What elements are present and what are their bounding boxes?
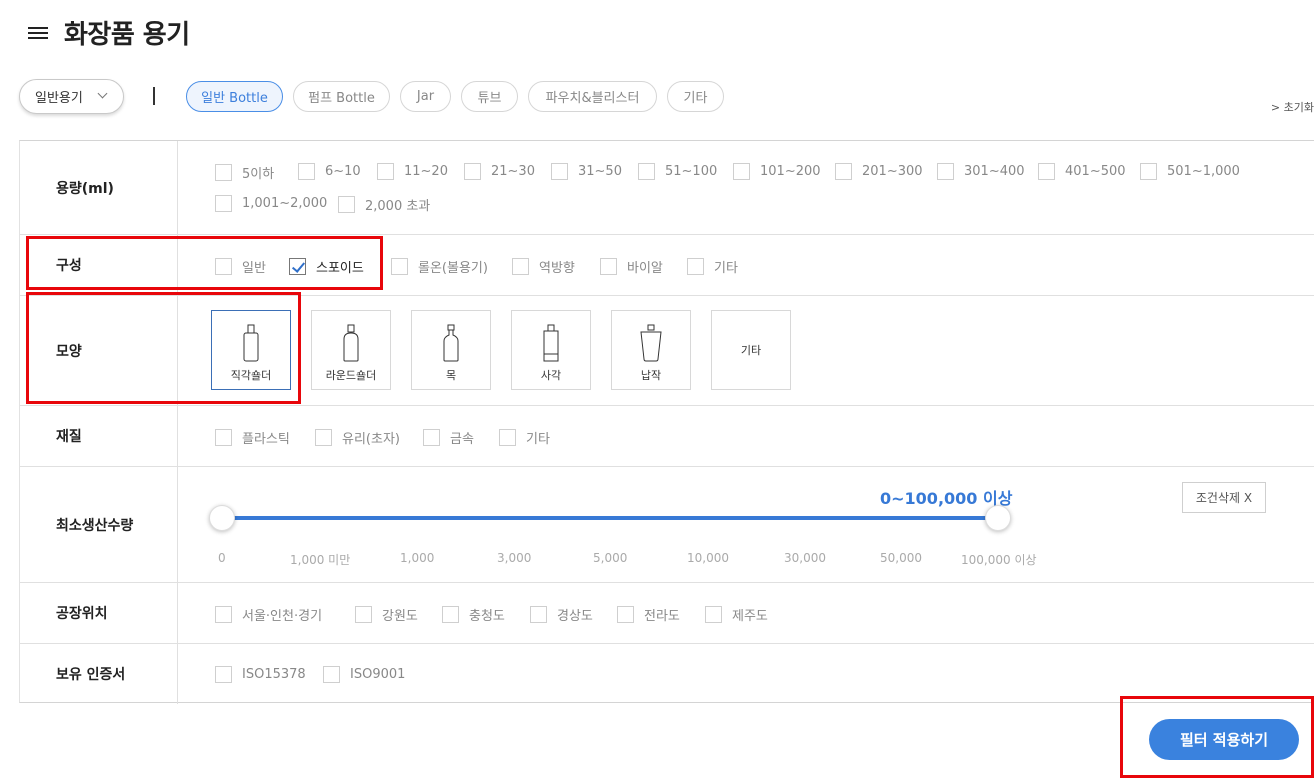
shape-card-flat[interactable]: 납작: [611, 310, 691, 390]
checkbox-capacity-8[interactable]: 301~400: [937, 163, 1025, 180]
checkbox-capacity-2[interactable]: 11~20: [377, 163, 448, 180]
checkbox-composition-rollon[interactable]: 롤온(볼용기): [391, 257, 488, 276]
checkbox-material-etc[interactable]: 기타: [499, 428, 550, 447]
checkbox-capacity-11[interactable]: 1,001~2,000: [215, 195, 327, 212]
moq-slider-min-handle[interactable]: [209, 505, 235, 531]
checkbox-capacity-9[interactable]: 401~500: [1038, 163, 1126, 180]
chip-jar[interactable]: Jar: [400, 81, 451, 112]
moq-tick: 100,000 이상: [961, 553, 1037, 567]
row-factory-location: 공장위치 서울·인천·경기 강원도 충청도 경상도 전라도 제주도: [20, 582, 1314, 643]
container-type-select[interactable]: 일반용기: [19, 79, 124, 114]
chip-tube[interactable]: 튜브: [461, 81, 518, 112]
chip-pump-bottle[interactable]: 펌프 Bottle: [293, 81, 390, 112]
checkmark-icon: [289, 258, 306, 275]
row-moq: 최소생산수량 0~100,000 이상 0 1,000 미만 1,000 3,0…: [20, 466, 1314, 582]
row-label-moq: 최소생산수량: [20, 467, 178, 582]
bottle-icon: [443, 324, 459, 362]
checkbox-composition-vial[interactable]: 바이알: [600, 257, 663, 276]
menu-icon[interactable]: [28, 25, 48, 41]
shape-card-square-shoulder[interactable]: 직각숄더: [211, 310, 291, 390]
checkbox-capacity-7[interactable]: 201~300: [835, 163, 923, 180]
moq-tick: 30,000: [784, 551, 826, 565]
moq-slider-track[interactable]: [222, 516, 998, 520]
moq-tick: 5,000: [593, 551, 628, 565]
row-capacity: 용량(ml) 5이하 6~10 11~20 21~30 31~50 51~100…: [20, 141, 1314, 234]
checkbox-factory-jeju[interactable]: 제주도: [705, 605, 768, 624]
checkbox-composition-general[interactable]: 일반: [215, 257, 266, 276]
checkbox-composition-reverse[interactable]: 역방향: [512, 257, 575, 276]
apply-filter-button[interactable]: 필터 적용하기: [1149, 719, 1299, 760]
reset-link[interactable]: > 초기화: [1271, 99, 1314, 115]
checkbox-factory-seoul[interactable]: 서울·인천·경기: [215, 605, 322, 624]
moq-tick: 1,000 미만: [290, 553, 351, 567]
chip-etc[interactable]: 기타: [667, 81, 724, 112]
checkbox-factory-gyeongsang[interactable]: 경상도: [530, 605, 593, 624]
checkbox-composition-dropper[interactable]: 스포이드: [289, 257, 364, 276]
checkbox-capacity-12[interactable]: 2,000 초과: [338, 195, 430, 214]
checkbox-capacity-10[interactable]: 501~1,000: [1140, 163, 1240, 180]
checkbox-factory-gangwon[interactable]: 강원도: [355, 605, 418, 624]
category-filter-bar: 일반용기 일반 Bottle 펌프 Bottle Jar 튜브 파우치&블리스터…: [19, 79, 1314, 115]
row-label-composition: 구성: [20, 235, 178, 295]
checkbox-capacity-0[interactable]: 5이하: [215, 163, 274, 182]
row-material: 재질 플라스틱 유리(초자) 금속 기타: [20, 405, 1314, 466]
checkbox-cert-iso9001[interactable]: ISO9001: [323, 666, 405, 683]
page-header: 화장품 용기: [28, 14, 190, 51]
row-label-cert: 보유 인증서: [20, 644, 178, 704]
page-title: 화장품 용기: [64, 20, 190, 50]
shape-card-round-shoulder[interactable]: 라운드숄더: [311, 310, 391, 390]
shape-card-square[interactable]: 사각: [511, 310, 591, 390]
clear-condition-button[interactable]: 조건삭제 X: [1182, 482, 1266, 513]
checkbox-capacity-3[interactable]: 21~30: [464, 163, 535, 180]
moq-tick: 50,000: [880, 551, 922, 565]
shape-card-etc[interactable]: 기타: [711, 310, 791, 390]
row-certificates: 보유 인증서 ISO15378 ISO9001: [20, 643, 1314, 704]
bottle-icon: [640, 324, 662, 362]
checkbox-factory-jeolla[interactable]: 전라도: [617, 605, 680, 624]
checkbox-cert-iso15378[interactable]: ISO15378: [215, 666, 306, 683]
bottle-icon: [543, 324, 559, 362]
checkbox-material-plastic[interactable]: 플라스틱: [215, 428, 290, 447]
divider: [153, 87, 155, 105]
moq-tick: 3,000: [497, 551, 532, 565]
row-label-shape: 모양: [20, 296, 178, 405]
moq-tick: 1,000: [400, 551, 435, 565]
checkbox-capacity-6[interactable]: 101~200: [733, 163, 821, 180]
row-label-factory: 공장위치: [20, 583, 178, 643]
checkbox-composition-etc[interactable]: 기타: [687, 257, 738, 276]
row-composition: 구성 일반 스포이드 롤온(볼용기) 역방향 바이알 기타: [20, 234, 1314, 295]
filter-table: 용량(ml) 5이하 6~10 11~20 21~30 31~50 51~100…: [19, 140, 1314, 704]
container-type-select-label: 일반용기: [35, 91, 83, 106]
chip-pouch-blister[interactable]: 파우치&블리스터: [528, 81, 657, 112]
moq-tick: 0: [218, 551, 226, 565]
chip-general-bottle[interactable]: 일반 Bottle: [186, 81, 283, 112]
chevron-down-icon: [97, 88, 108, 99]
row-shape: 모양 직각숄더 라운드숄더 목 사각 납작 기타: [20, 295, 1314, 405]
bottle-icon: [343, 324, 359, 362]
moq-slider-max-handle[interactable]: [985, 505, 1011, 531]
checkbox-factory-chungcheong[interactable]: 충청도: [442, 605, 505, 624]
checkbox-capacity-5[interactable]: 51~100: [638, 163, 717, 180]
row-label-material: 재질: [20, 406, 178, 466]
row-label-capacity: 용량(ml): [20, 141, 178, 234]
checkbox-capacity-4[interactable]: 31~50: [551, 163, 622, 180]
checkbox-material-metal[interactable]: 금속: [423, 428, 474, 447]
checkbox-material-glass[interactable]: 유리(초자): [315, 428, 400, 447]
bottle-icon: [243, 324, 259, 362]
checkbox-capacity-1[interactable]: 6~10: [298, 163, 361, 180]
shape-card-neck[interactable]: 목: [411, 310, 491, 390]
moq-tick: 10,000: [687, 551, 729, 565]
